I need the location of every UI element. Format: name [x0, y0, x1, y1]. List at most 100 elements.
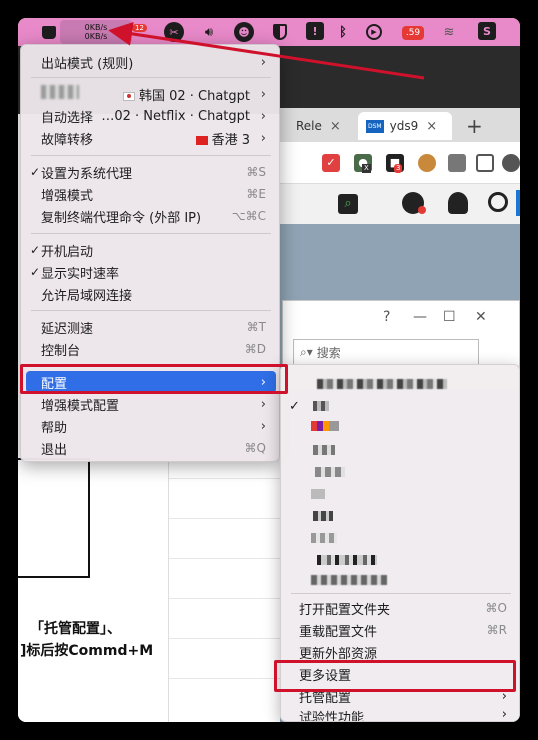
divider — [169, 558, 280, 559]
chevron-right-icon: › — [501, 707, 507, 721]
menu-label: 延迟测速 — [41, 321, 94, 337]
menu-show-speed[interactable]: ✓ 显示实时速率 — [26, 261, 276, 283]
scrollbar[interactable] — [516, 190, 520, 216]
menu-label: 增强模式 — [41, 188, 94, 204]
menu-auto-select[interactable]: 自动选择 …02 · Netflix · Chatgpt › — [26, 105, 276, 127]
pocket-icon[interactable]: ✓ — [322, 154, 340, 172]
temperature-icon[interactable]: .59 — [402, 26, 424, 40]
menu-launch-at-login[interactable]: ✓ 开机启动 — [26, 239, 276, 261]
config-item[interactable] — [287, 373, 515, 395]
avatar[interactable] — [502, 154, 520, 172]
divider — [169, 638, 280, 639]
divider — [31, 233, 271, 234]
user-icon[interactable] — [448, 192, 468, 214]
divider — [169, 478, 280, 479]
checkmark-icon: ✓ — [30, 243, 41, 257]
shortcut-label: ⌘Q — [244, 441, 266, 455]
submenu-experimental[interactable]: 试验性功能 › — [287, 707, 515, 721]
menu-copy-terminal[interactable]: 复制终端代理命令 (外部 IP) ⌥⌘C — [26, 205, 276, 227]
network-speed[interactable]: 0KB/s 0KB/s — [60, 20, 132, 44]
config-item[interactable] — [287, 439, 515, 461]
wifi-off-icon[interactable]: ≋ — [438, 22, 460, 42]
search-icon: ⌕▾ — [300, 344, 313, 359]
download-speed: 0KB/s — [84, 32, 108, 41]
menu-label: 退出 — [41, 442, 68, 458]
menu-enhanced-mode[interactable]: 增强模式 ⌘E — [26, 183, 276, 205]
config-item[interactable] — [287, 483, 515, 505]
menu-fallback[interactable]: 故障转移 香港 3 › — [26, 127, 276, 149]
close-button[interactable]: ✕ — [475, 309, 487, 325]
menu-proxy-group[interactable]: 韩国 02 · Chatgpt › — [26, 83, 276, 105]
tab-yds[interactable]: DSM yds9 × — [358, 112, 452, 140]
shortcut-label: ⌘T — [246, 320, 266, 334]
scissors-icon[interactable]: ✂ — [164, 22, 184, 42]
divider — [169, 678, 280, 679]
tab-label: Rele — [296, 119, 322, 133]
menu-label: 故障转移 — [41, 132, 94, 148]
config-item[interactable]: ✓ — [287, 395, 515, 417]
menu-label: 允许局域网连接 — [41, 288, 133, 304]
config-item[interactable] — [287, 417, 515, 439]
bluetooth-icon[interactable]: ᛒ — [336, 22, 350, 42]
cookie-icon[interactable] — [418, 154, 436, 172]
menu-set-system-proxy[interactable]: ✓ 设置为系统代理 ⌘S — [26, 161, 276, 183]
chevron-right-icon: › — [260, 130, 266, 146]
s-icon[interactable]: S — [478, 22, 496, 40]
minimize-button[interactable]: — — [413, 309, 427, 325]
menu-help[interactable]: 帮助 › — [26, 415, 276, 437]
menu-label: 重载配置文件 — [299, 624, 378, 640]
menu-dashboard[interactable]: 控制台 ⌘D — [26, 338, 276, 360]
config-item[interactable] — [287, 549, 515, 571]
menu-quit[interactable]: 退出 ⌘Q — [26, 437, 276, 459]
extension-x-icon[interactable]: ● X — [354, 154, 372, 173]
document-page — [168, 458, 280, 722]
fallback-value-label: 香港 3 — [211, 132, 250, 148]
shortcut-label: ⌘O — [485, 601, 507, 615]
face-icon[interactable]: ☻ — [234, 22, 254, 42]
menu-allow-lan[interactable]: 允许局域网连接 — [26, 283, 276, 305]
extension-3-icon[interactable]: ■ 3 — [386, 154, 404, 173]
alert-icon[interactable]: ! — [306, 22, 324, 40]
submenu-open-config-folder[interactable]: 打开配置文件夹 ⌘O — [287, 597, 515, 619]
play-icon[interactable]: ▶ — [364, 22, 384, 42]
new-tab-button[interactable]: + — [466, 114, 483, 138]
puzzle-icon[interactable] — [448, 154, 466, 172]
menu-outbound-mode[interactable]: 出站模式 (规则) › — [26, 51, 276, 73]
menu-enhanced-config[interactable]: 增强模式配置 › — [26, 393, 276, 415]
menu-label: 控制台 — [41, 343, 81, 359]
chevron-right-icon: › — [260, 108, 266, 124]
menu-label: 设置为系统代理 — [41, 166, 133, 182]
maximize-button[interactable]: ☐ — [443, 309, 456, 325]
help-button[interactable]: ? — [383, 309, 390, 325]
close-icon[interactable]: × — [426, 119, 437, 134]
divider — [31, 310, 271, 311]
notification-dot — [418, 206, 426, 214]
close-icon[interactable]: × — [330, 119, 341, 134]
shortcut-label: ⌥⌘C — [231, 209, 266, 223]
tab-rele[interactable]: Rele × — [296, 112, 341, 140]
cat-icon[interactable] — [38, 22, 60, 42]
shield-icon[interactable] — [272, 22, 288, 42]
menu-label: 复制终端代理命令 (外部 IP) — [41, 210, 202, 226]
shortcut-label: ⌘S — [246, 165, 266, 179]
menu-label: 开机启动 — [41, 244, 94, 260]
menu-latency-test[interactable]: 延迟测速 ⌘T — [26, 316, 276, 338]
selection-box — [18, 458, 90, 578]
chevron-right-icon: › — [260, 86, 266, 102]
sidebar-icon[interactable] — [476, 154, 494, 172]
search-icon[interactable] — [488, 192, 508, 212]
config-item[interactable] — [287, 527, 515, 549]
search-icon[interactable]: ⌕ — [338, 194, 358, 214]
config-item[interactable] — [287, 461, 515, 483]
config-item[interactable] — [287, 505, 515, 527]
screenshot-frame: 最元 Rele × DSM yds9 × + ✓ ● X ■ 3 ⌕ — [18, 18, 520, 722]
tab-label: yds9 — [389, 119, 419, 133]
dsm-favicon-icon: DSM — [366, 119, 384, 133]
doc-line-1: 「托管配置」、 — [30, 621, 121, 637]
annotation-box-managed-config — [274, 660, 516, 692]
submenu-reload-config[interactable]: 重载配置文件 ⌘R — [287, 619, 515, 641]
shortcut-label: ⌘E — [246, 187, 266, 201]
search-input[interactable]: ⌕▾ 搜索 — [293, 339, 479, 365]
volume-icon[interactable]: 🔊︎ — [198, 22, 220, 42]
config-item[interactable] — [287, 569, 515, 591]
